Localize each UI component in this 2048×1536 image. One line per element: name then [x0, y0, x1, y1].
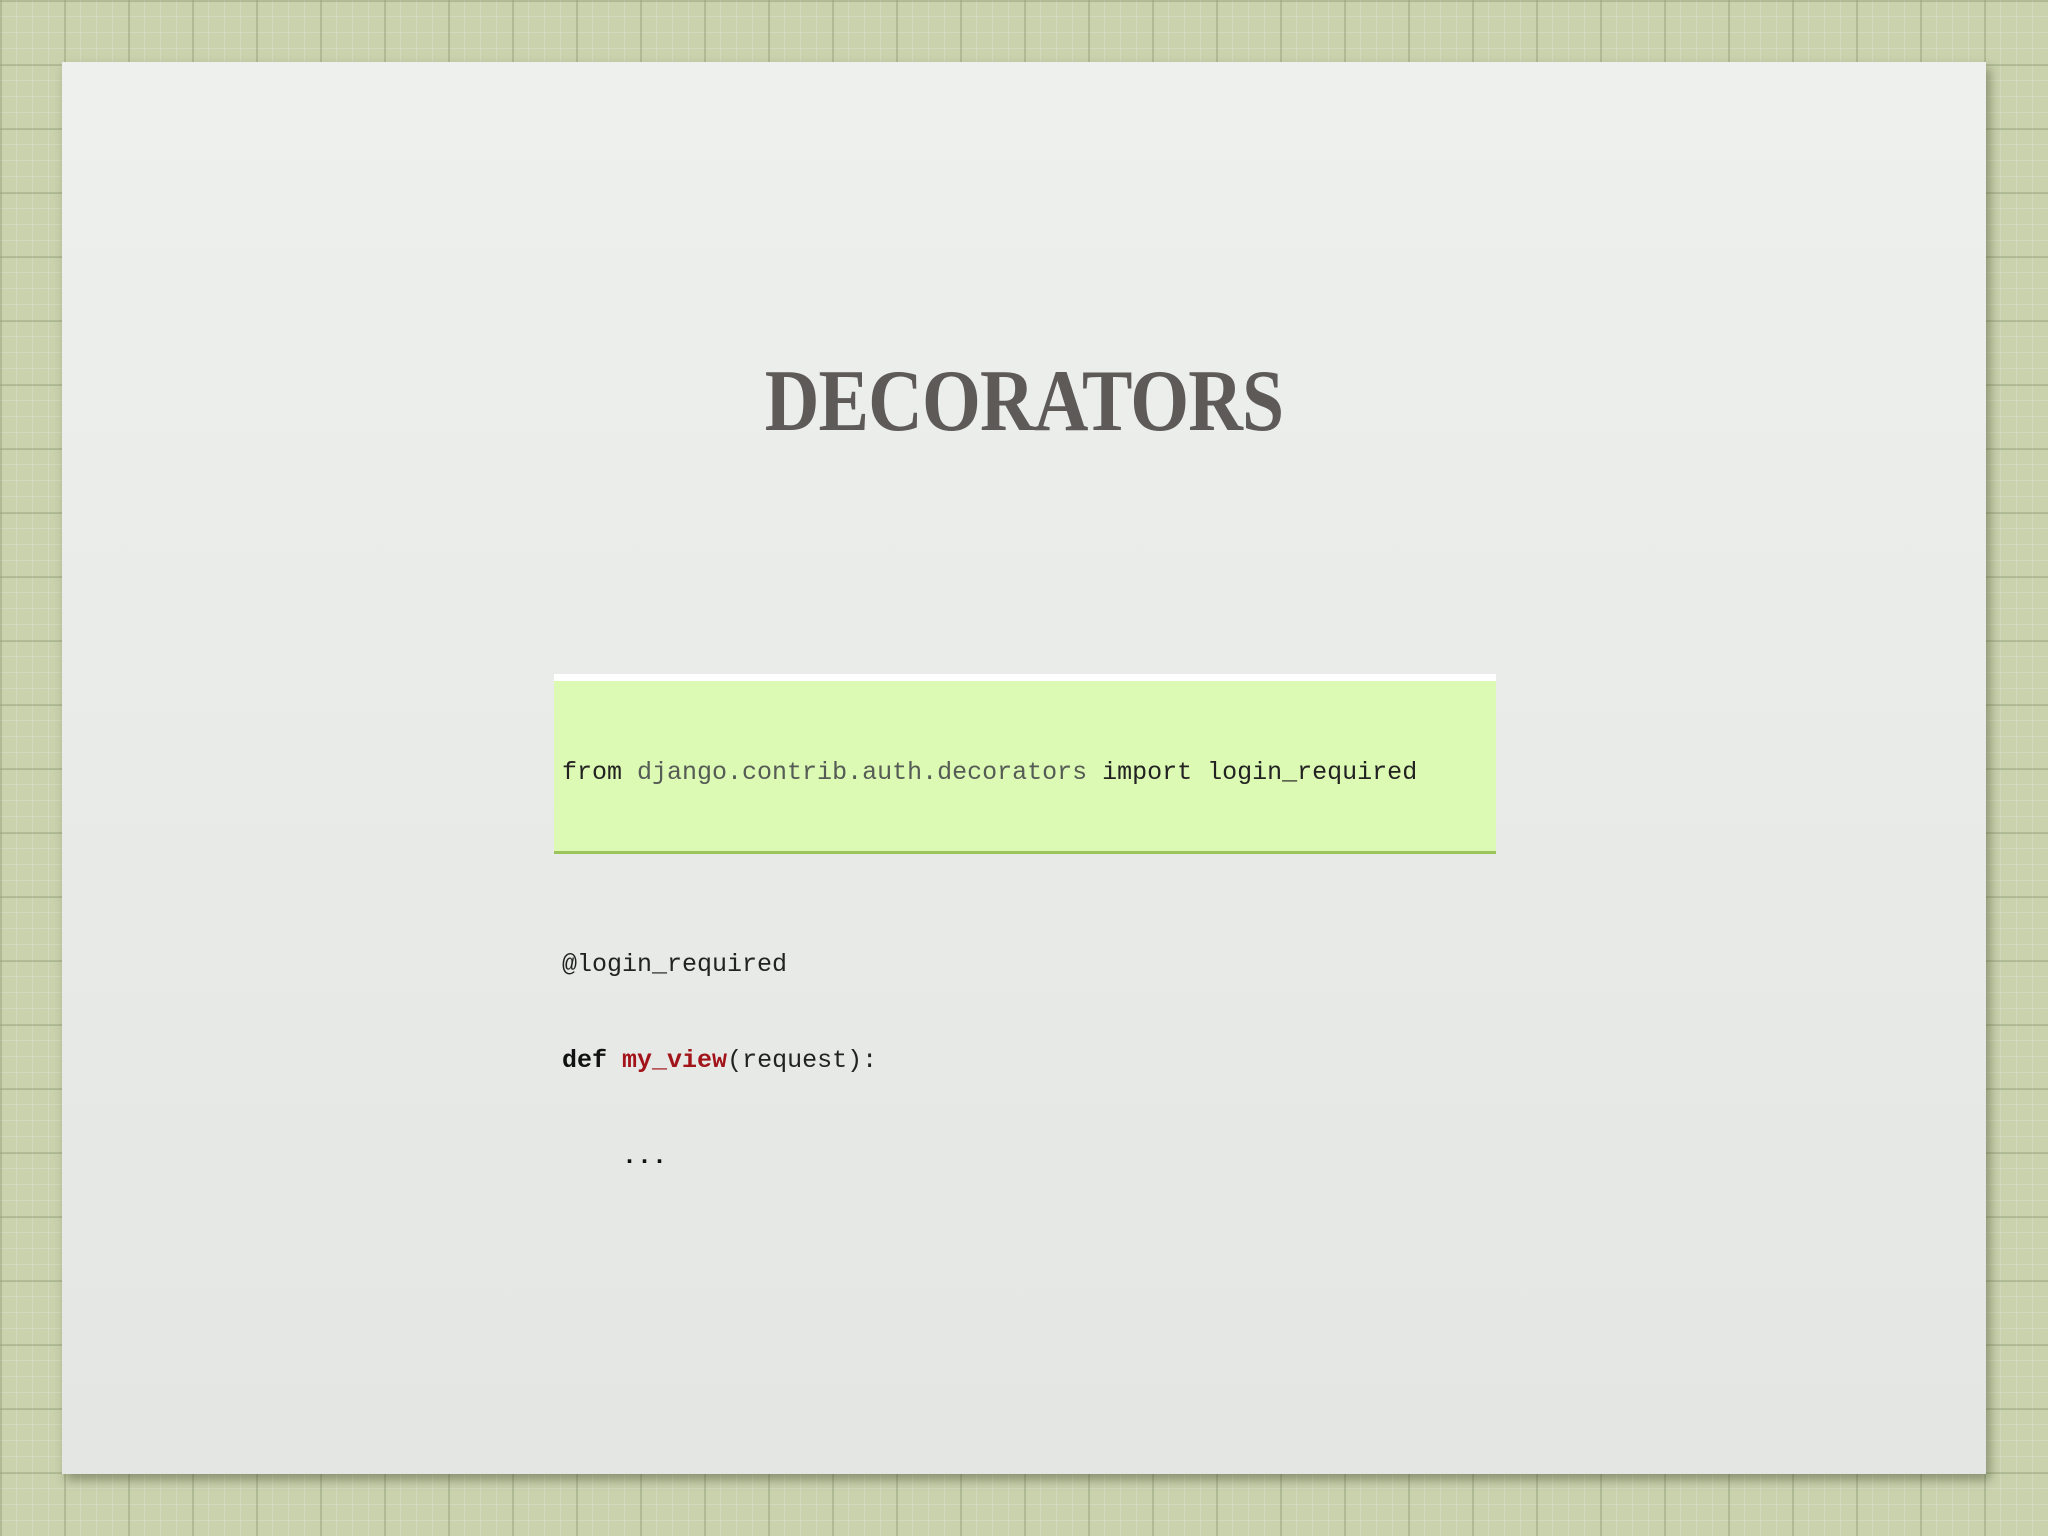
- code-block: from django.contrib.auth.decorators impo…: [554, 674, 1496, 1171]
- keyword-def: def: [562, 1046, 608, 1075]
- code-line-import: from django.contrib.auth.decorators impo…: [562, 757, 1496, 789]
- code-line-decorator: @login_required: [562, 949, 1496, 981]
- keyword-from: from: [562, 758, 623, 787]
- code-line-body: ...: [562, 1141, 1496, 1173]
- slide-title: DECORATORS: [764, 353, 1284, 450]
- keyword-import: import: [1102, 758, 1193, 787]
- code-line-def: def my_view(request):: [562, 1045, 1496, 1077]
- slide: DECORATORS from django.contrib.auth.deco…: [62, 62, 1986, 1474]
- module-path: django.contrib.auth.decorators: [637, 758, 1088, 787]
- decorator: @login_required: [562, 950, 788, 979]
- function-args: (request):: [727, 1046, 878, 1075]
- function-name: my_view: [622, 1046, 728, 1075]
- imported-name: login_required: [1207, 758, 1418, 787]
- function-body: ...: [622, 1142, 668, 1171]
